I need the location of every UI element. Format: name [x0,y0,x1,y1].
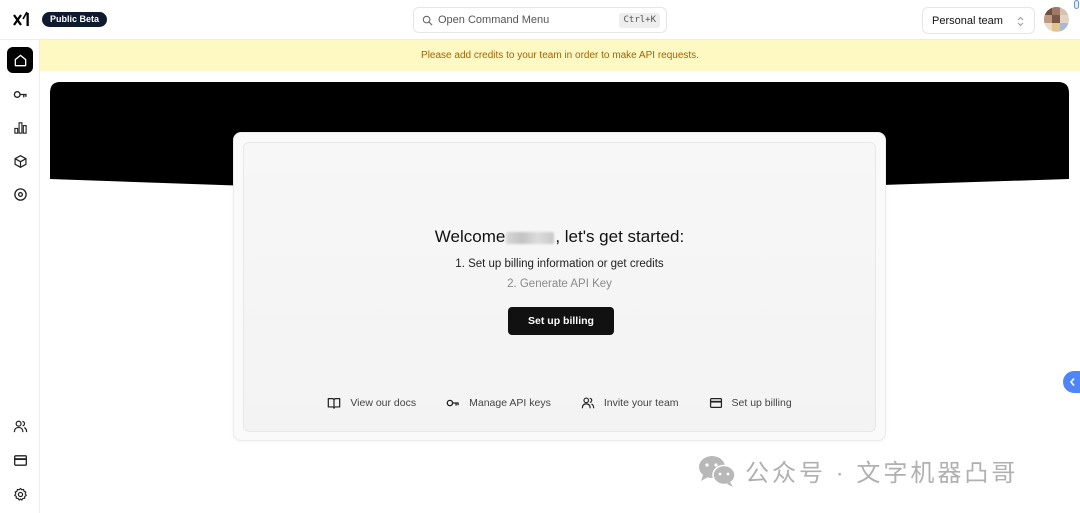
credit-card-icon [709,398,722,408]
user-avatar[interactable] [1044,7,1069,32]
invite-team-label: Invite your team [603,397,679,409]
users-icon [13,420,27,432]
sidebar-item-billing[interactable] [7,447,33,473]
set-up-billing-button[interactable]: Set up billing [508,307,614,335]
xai-logo-icon[interactable] [12,10,32,30]
view-docs-link[interactable]: View our docs [327,396,416,410]
command-menu-input[interactable]: Open Command Menu Ctrl+K [413,7,667,33]
command-menu-placeholder: Open Command Menu [438,14,550,26]
sidebar-item-usage[interactable] [7,114,33,140]
onboarding-card: Welcome , let's get started: 1. Set up bi… [233,132,886,441]
team-selector-label: Personal team [932,15,1003,27]
set-up-billing-link[interactable]: Set up billing [709,396,792,410]
banner-message: Please add credits to your team in order… [421,50,699,61]
key-icon [13,90,27,98]
key-icon [446,399,459,407]
quick-links: View our docs Manage API keys Invite you… [244,396,875,410]
step-2: 2. Generate API Key [507,278,612,290]
book-icon [328,398,341,409]
sidebar [0,40,40,513]
side-panel-toggle[interactable] [1063,371,1080,393]
credits-warning-banner: Please add credits to your team in order… [40,40,1080,71]
set-up-billing-label: Set up billing [731,397,792,409]
manage-api-keys-label: Manage API keys [469,397,551,409]
sidebar-item-models[interactable] [7,148,33,174]
credit-card-icon [13,454,27,466]
chevron-left-icon [1069,377,1075,387]
search-icon [422,15,433,26]
watermark-text: 公众号 · 文字机器凸哥 [745,460,1019,487]
sidebar-item-target[interactable] [7,181,33,207]
view-docs-label: View our docs [350,397,417,409]
manage-api-keys-link[interactable]: Manage API keys [446,396,551,410]
team-selector[interactable]: Personal team [922,7,1035,34]
sidebar-item-settings[interactable] [7,481,33,507]
home-icon [14,54,26,66]
invite-team-link[interactable]: Invite your team [581,396,679,410]
sidebar-item-home[interactable] [7,47,33,73]
bar-chart-icon [13,121,27,134]
gear-icon [13,487,27,501]
public-beta-badge: Public Beta [42,12,108,27]
welcome-prefix: Welcome [434,227,506,246]
welcome-heading: Welcome , let's get started: [244,227,875,247]
welcome-suffix: , let's get started: [555,227,685,246]
sidebar-item-team[interactable] [7,413,33,439]
target-icon [13,187,27,201]
wechat-icon [699,455,736,487]
sidebar-item-api-keys[interactable] [7,81,33,107]
users-icon [581,397,595,409]
scrollbar-thumb[interactable] [1074,0,1079,9]
cube-icon [13,154,27,168]
top-bar: Public Beta Open Command Menu Ctrl+K Per… [0,0,1080,40]
onboarding-card-inner: Welcome , let's get started: 1. Set up bi… [243,142,876,432]
chevron-up-down-icon [1017,16,1024,27]
step-1: 1. Set up billing information or get cre… [455,258,664,270]
redacted-username [506,231,555,244]
watermark: 公众号 · 文字机器凸哥 [697,453,1018,488]
shortcut-hint: Ctrl+K [619,13,660,28]
